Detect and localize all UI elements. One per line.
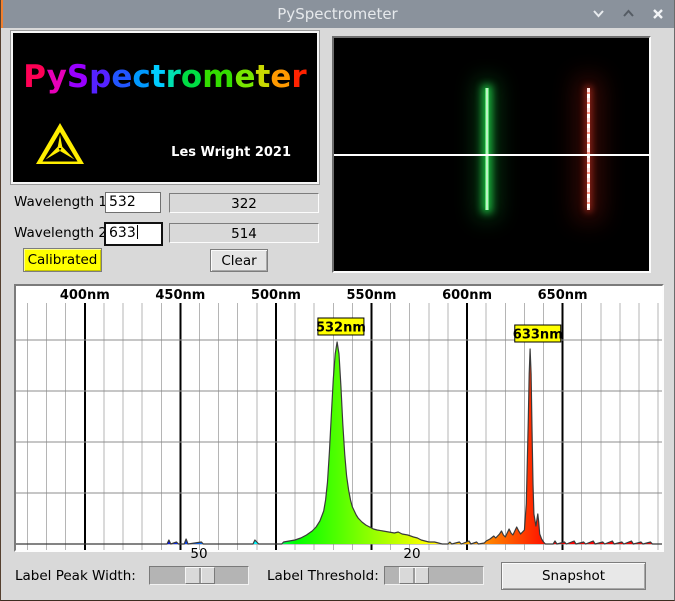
wavelength-2-label: Wavelength 2: [14,225,112,241]
app-window: PySpectrometer PySpectrometer Les Wright… [0,0,675,601]
svg-text:633nm: 633nm [513,328,563,343]
svg-text:450nm: 450nm [155,288,205,303]
titlebar-buttons [590,0,666,28]
maximize-button[interactable] [620,6,636,22]
chevron-down-icon [592,5,605,24]
titlebar: PySpectrometer [1,0,674,28]
clear-button[interactable]: Clear [210,249,268,272]
threshold-slider[interactable] [384,566,484,585]
svg-text:550nm: 550nm [347,288,397,303]
titlebar-accent [1,0,3,28]
peak-width-slider-handle[interactable] [185,567,215,584]
calibrated-button[interactable]: Calibrated [23,248,102,272]
close-icon [652,5,664,24]
svg-text:400nm: 400nm [60,288,110,303]
svg-text:500nm: 500nm [251,288,301,303]
svg-text:600nm: 600nm [442,288,492,303]
svg-text:650nm: 650nm [538,288,588,303]
peak-width-slider[interactable] [149,566,249,585]
chevron-up-icon [622,5,635,24]
wavelength-1-pixel-readout: 322 [169,193,319,213]
wavelength-2-input[interactable]: 633 [104,222,163,246]
svg-text:532nm: 532nm [316,321,366,336]
wavelength-2-value: 633 [109,225,136,241]
close-button[interactable] [650,6,666,22]
threshold-value: 20 [403,546,421,562]
app-body: PySpectrometer Les Wright 2021 Wavelengt… [1,28,674,600]
green-laser-line [485,88,490,211]
threshold-slider-handle[interactable] [399,567,429,584]
logo-triangle-icon [35,122,85,170]
camera-preview [332,36,651,273]
threshold-label: Label Threshold: [267,568,379,584]
peak-width-label: Label Peak Width: [15,568,136,584]
wavelength-1-label: Wavelength 1: [14,194,112,210]
wavelength-1-value: 532 [109,194,136,210]
snapshot-button[interactable]: Snapshot [501,562,646,590]
text-caret [136,225,139,239]
app-logo-text: PySpectrometer [23,59,307,95]
red-laser-line [586,88,590,211]
camera-crosshair-line [334,154,649,157]
logo-credit: Les Wright 2021 [171,145,291,160]
logo-panel: PySpectrometer Les Wright 2021 [11,31,319,184]
shade-button[interactable] [590,6,606,22]
camera-canvas [334,38,649,271]
spectrum-plot: 400nm 450nm 500nm 550nm 600nm 650nm 532nm 633nm [16,288,662,550]
window-title: PySpectrometer [277,5,398,23]
wavelength-2-pixel-readout: 514 [169,223,319,243]
spectrum-graph: 400nm 450nm 500nm 550nm 600nm 650nm 532nm 633nm [14,284,664,552]
peak-width-value: 50 [190,546,208,562]
wavelength-1-input[interactable]: 532 [105,192,161,213]
